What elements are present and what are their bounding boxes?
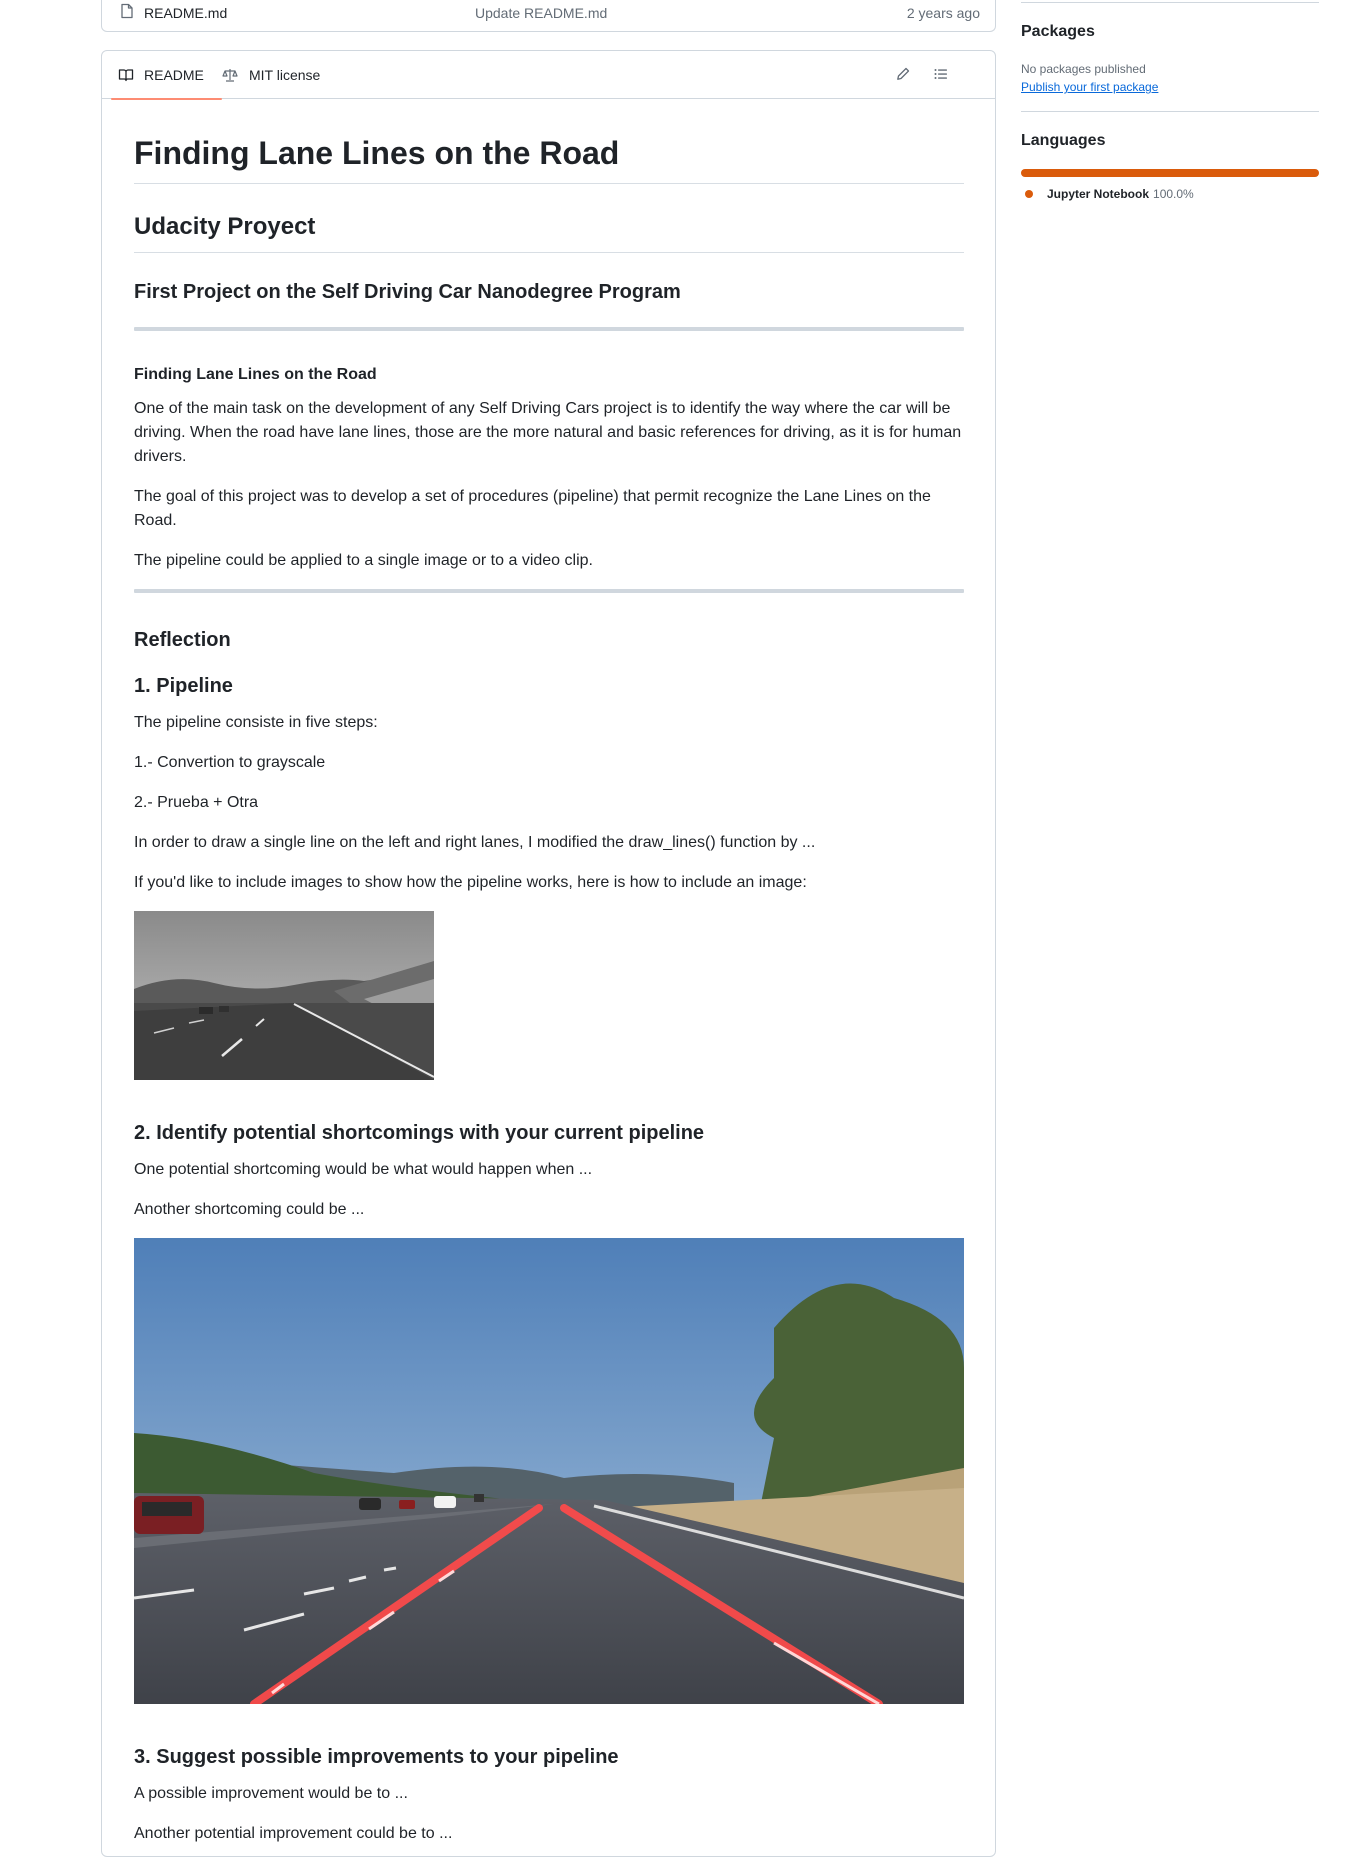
publish-package-link[interactable]: Publish your first package: [1021, 80, 1158, 94]
paragraph: The goal of this project was to develop …: [134, 488, 931, 529]
file-name-link[interactable]: README.md: [144, 5, 227, 21]
pencil-icon[interactable]: [895, 66, 911, 82]
section-heading-finding: Finding Lane Lines on the Road: [134, 366, 377, 383]
section-2-heading: 2. Identify potential shortcomings with …: [134, 1122, 705, 1144]
paragraph: One of the main task on the development …: [134, 400, 962, 465]
readme-content: Finding Lane Lines on the Road Udacity P…: [134, 131, 964, 1862]
paragraph: Another shortcoming could be ...: [134, 1201, 365, 1218]
language-bar: [1021, 169, 1319, 177]
packages-empty-text: No packages published: [1021, 62, 1146, 76]
paragraph: 2.- Prueba + Otra: [134, 794, 259, 811]
tab-license-label: MIT license: [249, 67, 321, 83]
paragraph: Another potential improvement could be t…: [134, 1825, 453, 1842]
sidebar-divider: [1021, 2, 1319, 3]
book-icon: [118, 67, 134, 83]
list-icon[interactable]: [933, 66, 949, 82]
paragraph: The pipeline could be applied to a singl…: [134, 552, 593, 569]
paragraph: The pipeline consiste in five steps:: [134, 714, 378, 731]
paragraph: One potential shortcoming would be what …: [134, 1161, 593, 1178]
file-list: README.md Update README.md 2 years ago: [101, 0, 996, 32]
divider: [134, 327, 964, 331]
language-color-dot: [1025, 190, 1033, 198]
grayscale-road-image[interactable]: [134, 911, 434, 1080]
lane-detection-image[interactable]: [134, 1238, 964, 1704]
program-heading: First Project on the Self Driving Car Na…: [134, 281, 681, 303]
paragraph: 1.- Convertion to grayscale: [134, 754, 326, 771]
languages-heading: Languages: [1021, 132, 1106, 149]
readme-subtitle: Udacity Proyect: [134, 212, 964, 253]
file-row[interactable]: README.md Update README.md 2 years ago: [102, 0, 995, 26]
commit-message-link[interactable]: Update README.md: [475, 5, 607, 21]
section-1-heading: 1. Pipeline: [134, 675, 233, 697]
packages-heading[interactable]: Packages: [1021, 23, 1095, 41]
law-icon: [222, 67, 238, 83]
paragraph: In order to draw a single line on the le…: [134, 834, 816, 851]
file-icon: [119, 3, 135, 19]
readme-panel: README MIT license Finding Lane Lines on…: [101, 50, 996, 1857]
paragraph: If you'd like to include images to show …: [134, 874, 807, 891]
tab-readme-label: README: [144, 67, 204, 83]
readme-title: Finding Lane Lines on the Road: [134, 133, 964, 184]
sidebar-divider: [1021, 111, 1319, 112]
tab-license[interactable]: MIT license: [222, 51, 332, 99]
section-3-heading: 3. Suggest possible improvements to your…: [134, 1746, 619, 1768]
language-item-jupyter[interactable]: Jupyter Notebook 100.0%: [1025, 187, 1194, 201]
paragraph: A possible improvement would be to ...: [134, 1785, 408, 1802]
readme-tabs: README MIT license: [102, 51, 995, 100]
reflection-heading: Reflection: [134, 629, 231, 651]
commit-age: 2 years ago: [906, 5, 980, 21]
language-name: Jupyter Notebook: [1047, 187, 1150, 201]
divider: [134, 589, 964, 593]
language-percent: 100.0%: [1153, 187, 1194, 201]
tab-readme[interactable]: README: [111, 51, 222, 100]
